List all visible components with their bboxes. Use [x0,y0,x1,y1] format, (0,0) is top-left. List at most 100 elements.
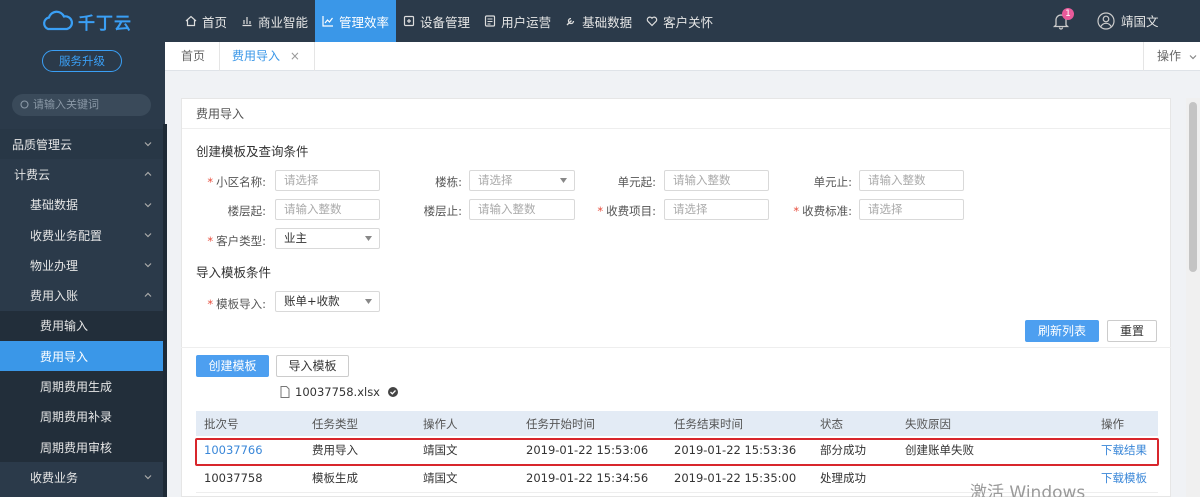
sidebar-item-fee-config[interactable]: 收费业务配置 [0,220,163,250]
tab-home-label: 首页 [181,49,206,63]
nav-device-management-label: 设备管理 [420,14,471,30]
sidebar-item-base-data[interactable]: 基础数据 [0,190,163,220]
service-upgrade-button[interactable]: 服务升级 [42,50,122,72]
sidebar-item-label: 基础数据 [30,198,79,213]
user-menu[interactable]: 靖国文 [1097,11,1159,30]
fee-item-select[interactable]: 请选择 [664,199,769,220]
chart-icon [242,17,252,27]
start-time-cell: 2019-01-22 15:34:56 [518,464,666,493]
sidebar-item-label: 收费业务配置 [30,228,103,243]
sidebar-item-label: 周期费用审核 [40,440,113,455]
nav-business-intelligence-label: 商业智能 [258,14,309,30]
nav-management-efficiency-label: 管理效率 [339,14,390,30]
search-icon [20,100,29,109]
sidebar-item-quality-cloud[interactable]: 品质管理云 [0,129,163,160]
logo[interactable]: 千丁云 [40,9,150,34]
user-name: 靖国文 [1121,14,1159,29]
task-type-cell: 模板生成 [304,464,415,493]
wrench-icon [566,17,575,26]
sidebar-item-fee-import[interactable]: 费用导入 [0,341,163,372]
nav-device-management[interactable]: 设备管理 [396,0,477,42]
panel-title: 费用导入 [182,99,1170,129]
customer-type-label: * 客户类型: [207,234,266,248]
user-avatar-icon [1097,11,1115,30]
chevron-down-icon [144,475,152,480]
create-template-button[interactable]: 创建模板 [196,355,269,377]
nav-customer-care-label: 客户关怀 [663,14,714,30]
sidebar-item-label: 品质管理云 [12,137,73,152]
main-scrollbar-thumb[interactable] [1189,102,1197,272]
windows-activation-watermark: 激活 Windows [970,483,1086,497]
unit-to-input[interactable]: 请输入整数 [859,170,964,191]
logo-text: 千丁云 [78,13,132,34]
reset-button[interactable]: 重置 [1107,320,1157,342]
main-scrollbar[interactable] [1186,98,1200,497]
floor-from-label: 楼层起: [227,204,266,218]
nav-business-intelligence[interactable]: 商业智能 [234,0,315,42]
sidebar-item-label: 周期费用补录 [40,410,113,425]
sidebar-item-fee-posting[interactable]: 费用入账 [0,280,163,310]
sidebar-item-periodic-fee-review[interactable]: 周期费用审核 [0,431,163,463]
refresh-list-button[interactable]: 刷新列表 [1025,320,1099,342]
nav-user-operations-label: 用户运营 [501,14,552,30]
tab-home[interactable]: 首页 [167,42,221,71]
users-icon [484,15,496,27]
fee-standard-label: * 收费标准: [793,204,852,218]
sidebar: 服务升级 请输入关键词 品质管理云 计费云 基础数据 收费业务配置 物业办理 费… [0,42,167,497]
nav-base-data-label: 基础数据 [582,14,633,30]
file-icon [280,386,290,398]
chevron-down-icon [144,232,152,238]
nav-base-data[interactable]: 基础数据 [558,0,639,42]
building-select[interactable]: 请选择 [469,170,575,191]
tab-operations-dropdown[interactable]: 操作 [1143,42,1200,71]
floor-to-input[interactable]: 请输入整数 [469,199,575,220]
uploaded-file[interactable]: 10037758.xlsx [280,385,398,399]
nav-user-operations[interactable]: 用户运营 [477,0,558,42]
community-select[interactable]: 请选择 [275,170,380,191]
operator-cell: 靖国文 [415,464,518,493]
column-task-type: 任务类型 [304,411,415,436]
sidebar-item-periodic-fee-supplement[interactable]: 周期费用补录 [0,401,163,432]
chevron-down-icon [1189,54,1197,59]
check-circle-icon [388,387,398,397]
sidebar-item-periodic-fee-generation[interactable]: 周期费用生成 [0,371,163,402]
fee-standard-select[interactable]: 请选择 [859,199,964,220]
sidebar-item-billing-cloud[interactable]: 计费云 [0,159,163,189]
tab-fee-import[interactable]: 费用导入 × [218,42,315,71]
chevron-up-icon [144,293,152,298]
nav-customer-care[interactable]: 客户关怀 [639,0,720,42]
nav-home-label: 首页 [202,14,228,30]
unit-from-input[interactable]: 请输入整数 [664,170,769,191]
template-import-select[interactable]: 账单+收款 [275,291,380,312]
close-icon[interactable]: × [290,49,300,63]
community-label: * 小区名称: [207,175,266,189]
end-time-cell: 2019-01-22 15:35:00 [666,464,812,493]
column-start-time: 任务开始时间 [518,411,666,436]
section-query-title: 创建模板及查询条件 [196,144,309,159]
sidebar-item-property-handling[interactable]: 物业办理 [0,250,163,280]
tab-operations-label: 操作 [1157,49,1182,63]
chevron-down-icon [365,236,372,241]
device-icon [403,15,415,27]
nav-management-efficiency[interactable]: 管理效率 [315,0,397,42]
sidebar-item-fee-input[interactable]: 费用输入 [0,310,163,342]
floor-from-input[interactable]: 请输入整数 [275,199,380,220]
download-template-link[interactable]: 下载模板 [1093,464,1158,493]
sidebar-item-label: 收费业务 [30,470,79,485]
sidebar-item-fee-business[interactable]: 收费业务 [0,462,163,492]
batch-no-cell: 10037758 [196,464,304,493]
nav-home[interactable]: 首页 [178,0,234,42]
column-actions: 操作 [1093,411,1158,436]
sidebar-item-label: 费用入账 [30,289,79,304]
chevron-down-icon [144,263,152,268]
sidebar-scrollbar[interactable] [163,124,167,497]
floor-to-label: 楼层止: [423,204,462,218]
trend-icon [322,16,334,27]
import-template-button[interactable]: 导入模板 [276,355,349,377]
sidebar-item-label: 物业办理 [30,258,79,273]
column-end-time: 任务结束时间 [666,411,812,436]
customer-type-select[interactable]: 业主 [275,228,380,249]
unit-to-label: 单元止: [813,175,852,189]
sidebar-search-input[interactable]: 请输入关键词 [12,94,151,116]
notification-badge: 1 [1062,8,1074,20]
